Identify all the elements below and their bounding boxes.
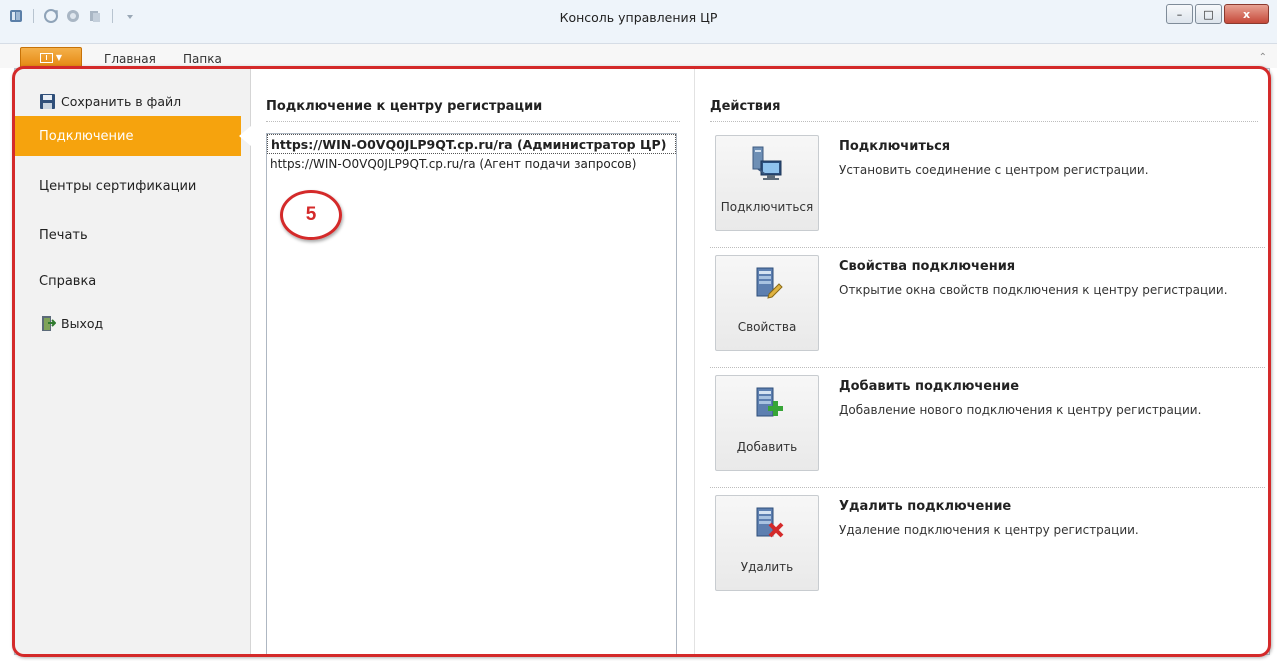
action-properties: Свойства Свойства подключения Открытие о… [710, 247, 1265, 362]
title-bar: Консоль управления ЦР – □ x [0, 0, 1277, 44]
window-controls: – □ x [1166, 4, 1269, 24]
list-item[interactable]: https://WIN-O0VQ0JLP9QT.cp.ru/ra (Агент … [267, 154, 676, 174]
chevron-down-icon: ▼ [55, 53, 63, 62]
nav-item-print[interactable]: Печать [15, 215, 251, 255]
nav-item-connection-wrap: Подключение [15, 116, 251, 156]
add-button-label: Добавить [736, 440, 798, 454]
action-description: Открытие окна свойств подключения к цент… [839, 283, 1228, 297]
active-indicator-arrow [239, 126, 251, 146]
annotation-badge: 5 [280, 190, 342, 240]
action-description: Установить соединение с центром регистра… [839, 163, 1149, 177]
nav-item-help[interactable]: Справка [15, 261, 251, 301]
exit-button[interactable]: Выход [15, 303, 251, 343]
save-to-file-label: Сохранить в файл [61, 93, 182, 109]
connection-title: Подключение к центру регистрации [266, 99, 543, 114]
action-divider [710, 487, 1265, 488]
connect-button[interactable]: Подключиться [715, 135, 819, 231]
connect-button-label: Подключиться [720, 200, 814, 214]
tab-home[interactable]: Главная [104, 52, 156, 66]
action-title: Добавить подключение [839, 379, 1020, 394]
tab-folder[interactable]: Папка [183, 52, 222, 66]
backstage-nav: Сохранить в файл Подключение Центры серт… [15, 69, 251, 654]
server-add-icon [747, 384, 787, 424]
server-properties-icon [747, 264, 787, 304]
delete-button-label: Удалить [740, 560, 794, 574]
action-title: Удалить подключение [839, 499, 1012, 514]
backstage-view: Сохранить в файл Подключение Центры серт… [14, 68, 1270, 655]
server-delete-icon [747, 504, 787, 544]
exit-label: Выход [61, 315, 104, 331]
floppy-disk-icon [39, 93, 56, 110]
action-divider [710, 247, 1265, 248]
minimize-button[interactable]: – [1166, 4, 1193, 24]
actions-pane: Действия Подключиться Подключиться Устан… [695, 69, 1270, 654]
save-to-file-button[interactable]: Сохранить в файл [15, 81, 251, 121]
properties-button[interactable]: Свойства [715, 255, 819, 351]
nav-item-cas[interactable]: Центры сертификации [15, 166, 251, 206]
file-menu-icon [39, 52, 53, 63]
section-divider [266, 121, 680, 122]
connection-pane: Подключение к центру регистрации https:/… [251, 69, 695, 655]
list-item[interactable]: https://WIN-O0VQ0JLP9QT.cp.ru/ra (Админи… [267, 134, 676, 154]
properties-button-label: Свойства [737, 320, 797, 334]
action-title: Подключиться [839, 139, 951, 154]
action-delete: Удалить Удалить подключение Удаление под… [710, 487, 1265, 602]
actions-title: Действия [710, 99, 781, 114]
exit-door-icon [39, 315, 56, 332]
connect-computer-icon [747, 144, 787, 184]
action-connect: Подключиться Подключиться Установить сое… [715, 127, 1265, 242]
section-divider [710, 121, 1258, 122]
ribbon-tabs: ▼ Главная Папка ⌃ [0, 44, 1277, 68]
close-button[interactable]: x [1224, 4, 1269, 24]
add-button[interactable]: Добавить [715, 375, 819, 471]
action-description: Удаление подключения к центру регистраци… [839, 523, 1139, 537]
action-add: Добавить Добавить подключение Добавление… [710, 367, 1265, 482]
delete-button[interactable]: Удалить [715, 495, 819, 591]
collapse-ribbon-icon[interactable]: ⌃ [1259, 52, 1267, 63]
action-title: Свойства подключения [839, 259, 1016, 274]
nav-item-connection[interactable]: Подключение [15, 116, 241, 156]
file-menu-tab[interactable]: ▼ [20, 47, 82, 68]
window-title: Консоль управления ЦР [559, 10, 718, 25]
maximize-button[interactable]: □ [1195, 4, 1222, 24]
action-divider [710, 367, 1265, 368]
action-description: Добавление нового подключения к центру р… [839, 403, 1202, 417]
